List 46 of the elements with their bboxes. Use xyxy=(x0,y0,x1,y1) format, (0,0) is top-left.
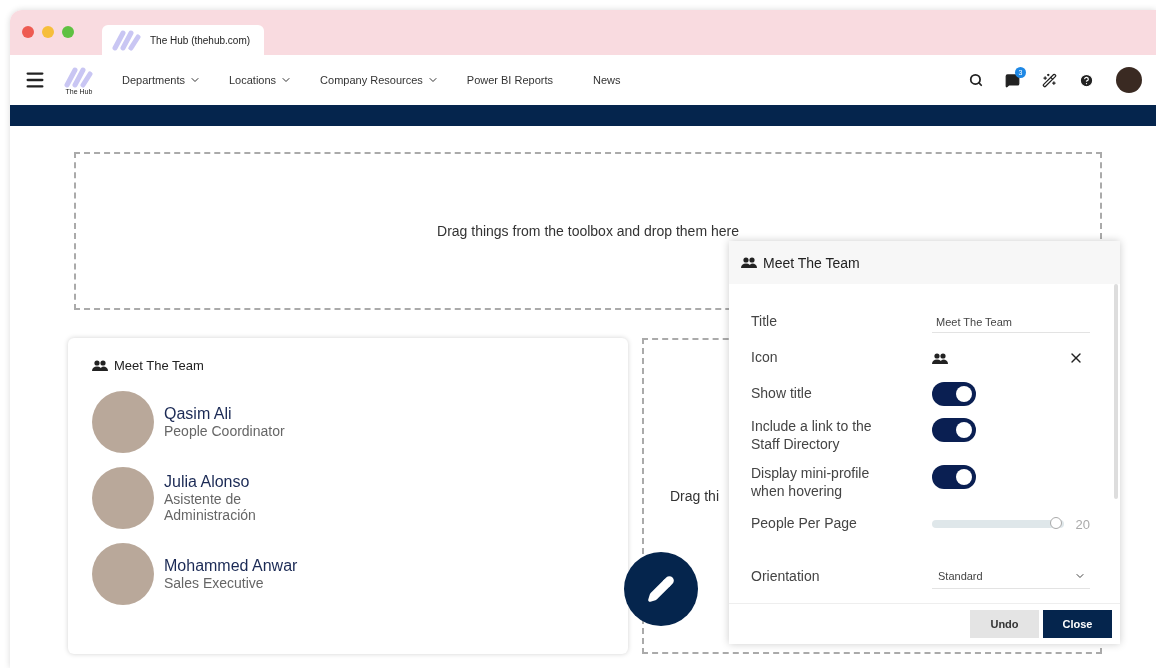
pencil-icon xyxy=(647,575,675,603)
panel-title: Meet The Team xyxy=(763,254,860,271)
field-label: Orientation xyxy=(751,567,821,586)
logo-icon xyxy=(112,29,142,51)
avatar[interactable] xyxy=(1116,67,1142,93)
slider-value: 20 xyxy=(1075,516,1090,532)
person-role: Sales Executive xyxy=(164,575,265,591)
toggle-switch[interactable] xyxy=(932,382,976,406)
magic-wand-icon[interactable] xyxy=(1042,72,1057,88)
person-name[interactable]: Mohammed Anwar xyxy=(164,557,314,575)
person-name[interactable]: Qasim Ali xyxy=(164,405,314,423)
person-role: Asistente de Administración xyxy=(164,491,257,523)
people-icon xyxy=(92,360,108,371)
logo-icon xyxy=(64,65,94,88)
nav-link[interactable]: Power BI Reports xyxy=(466,74,553,86)
close-button[interactable]: Close xyxy=(1043,610,1112,638)
field-label: Show title xyxy=(751,385,813,403)
drop-zone-text: Drag thi xyxy=(670,488,720,504)
menu-icon[interactable] xyxy=(24,69,46,91)
nav-link[interactable]: Departments xyxy=(122,74,201,86)
slider-track[interactable] xyxy=(932,520,1064,528)
field-label: Include a link to the Staff Directory xyxy=(751,418,873,453)
nav-link[interactable]: Company Resources xyxy=(320,74,439,86)
field-label: Icon xyxy=(751,349,779,367)
toggle-switch[interactable] xyxy=(932,418,976,442)
person-name[interactable]: Julia Alonso xyxy=(164,473,314,491)
slider-thumb[interactable] xyxy=(1049,517,1062,529)
orientation-dropdown[interactable]: Standard xyxy=(932,564,1090,589)
card-title: Meet The Team xyxy=(114,358,204,373)
field-label: Title xyxy=(751,313,778,331)
person-role: People Coordinator xyxy=(164,423,286,439)
field-label: Display mini-profile when hovering xyxy=(751,465,871,500)
nav-link[interactable]: Locations xyxy=(229,74,293,86)
help-icon[interactable] xyxy=(1079,72,1094,88)
field-label: People Per Page xyxy=(751,515,858,533)
undo-button[interactable]: Undo xyxy=(970,610,1039,638)
chat-icon[interactable] xyxy=(1005,72,1020,88)
drop-zone-text: Drag things from the toolbox and drop them here xyxy=(437,223,739,239)
people-icon xyxy=(932,352,948,364)
people-icon xyxy=(741,257,757,268)
browser-tab[interactable]: The Hub (thehub.com) xyxy=(102,25,265,55)
search-icon[interactable] xyxy=(969,73,983,87)
scrollbar[interactable] xyxy=(1114,284,1118,499)
close-window-icon[interactable] xyxy=(22,25,34,38)
nav-link[interactable]: News xyxy=(593,74,621,86)
toggle-switch[interactable] xyxy=(932,465,976,489)
